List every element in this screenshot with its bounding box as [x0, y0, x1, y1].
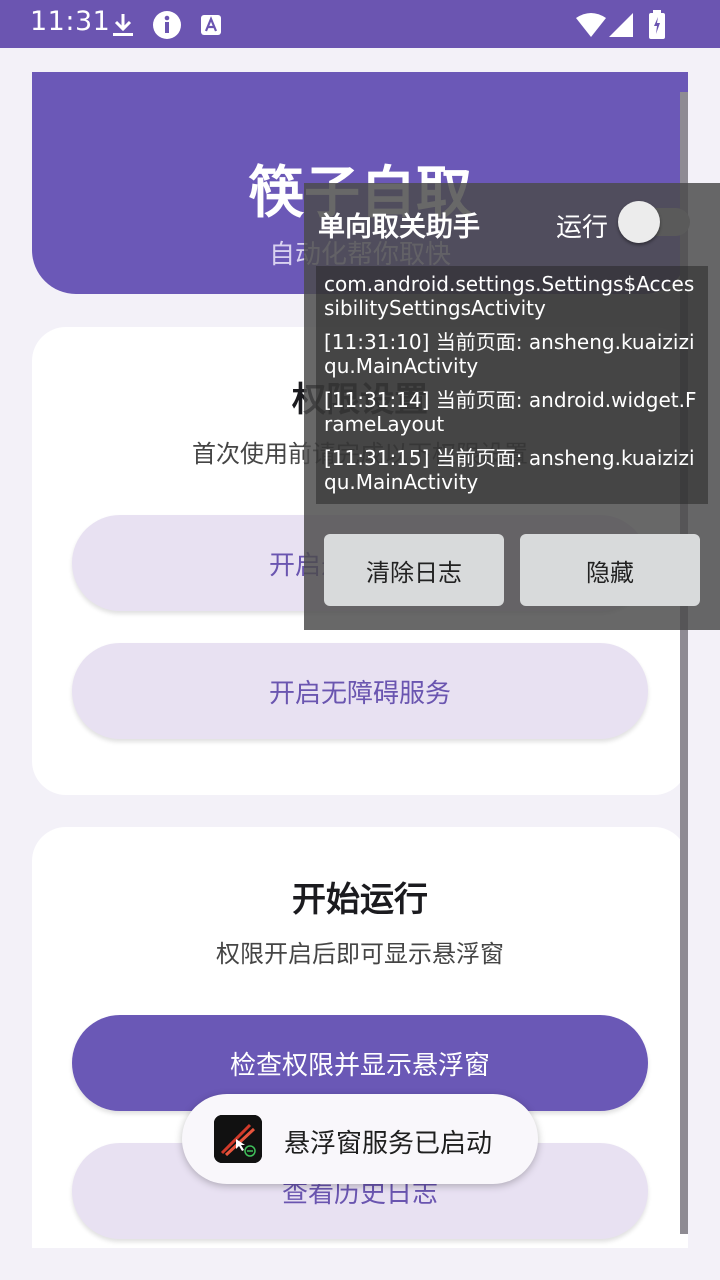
info-icon	[152, 10, 182, 40]
run-label: 运行	[556, 213, 609, 243]
run-toggle-thumb[interactable]	[618, 201, 660, 243]
navigation-bar	[0, 1248, 720, 1280]
wifi-icon	[574, 10, 608, 40]
log-line: [11:31:14] 当前页面: android.widget.FrameLay…	[324, 388, 697, 436]
chopsticks-app-icon	[214, 1115, 262, 1163]
floating-helper-panel[interactable]: 单向取关助手 运行 com.android.settings.Settings$…	[304, 183, 720, 630]
run-card-title: 开始运行	[292, 880, 428, 920]
log-line: com.android.settings.Settings$Accessibil…	[324, 272, 695, 320]
log-line: [11:31:10] 当前页面: ansheng.kuaiziziqu.Main…	[324, 330, 695, 378]
a-letter-icon	[196, 10, 226, 40]
clear-log-button[interactable]: 清除日志	[324, 534, 504, 606]
log-line: [11:31:15] 当前页面: ansheng.kuaiziziqu.Main…	[324, 446, 695, 494]
signal-icon	[606, 10, 636, 40]
helper-title: 单向取关助手	[318, 212, 480, 243]
run-card-description: 权限开启后即可显示悬浮窗	[216, 940, 504, 968]
download-icon	[108, 10, 138, 40]
battery-charging-icon	[642, 10, 672, 40]
status-bar: 11:31	[0, 0, 720, 48]
status-time: 11:31	[30, 6, 111, 37]
accessibility-service-button[interactable]: 开启无障碍服务	[72, 643, 648, 739]
toast: 悬浮窗服务已启动	[182, 1094, 538, 1184]
toast-message: 悬浮窗服务已启动	[284, 1129, 493, 1159]
log-area: com.android.settings.Settings$Accessibil…	[316, 266, 708, 504]
hide-button[interactable]: 隐藏	[520, 534, 700, 606]
run-card: 开始运行 权限开启后即可显示悬浮窗 检查权限并显示悬浮窗 查看历史日志	[32, 827, 688, 1248]
